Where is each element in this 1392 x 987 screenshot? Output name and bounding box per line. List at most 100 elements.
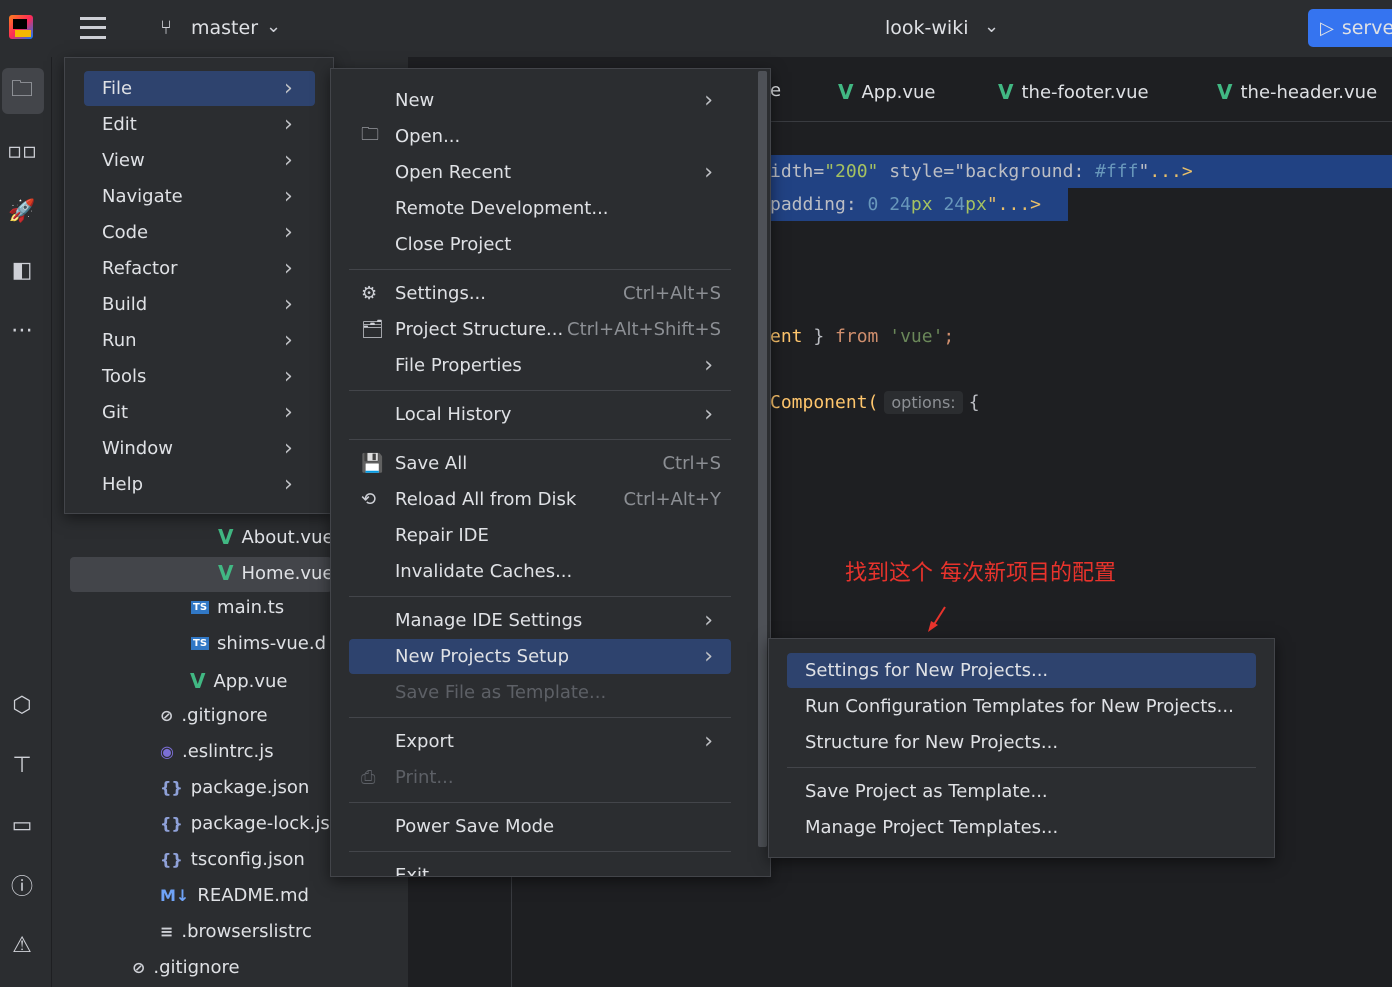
vue-file-icon: V: [190, 669, 206, 693]
gear-icon: ⚙: [361, 283, 378, 304]
menu-item-navigate[interactable]: Navigate ›: [84, 179, 315, 214]
menu-item-new[interactable]: New ›: [349, 83, 731, 118]
chevron-right-icon: ›: [704, 353, 713, 378]
menu-item-run[interactable]: Run ›: [84, 323, 315, 358]
project-selector[interactable]: look-wiki: [885, 17, 969, 39]
tree-item[interactable]: TS shims-vue.d: [191, 633, 326, 654]
tree-item[interactable]: V App.vue: [190, 669, 288, 693]
project-structure-icon: 🗂: [361, 319, 384, 340]
problems-icon[interactable]: ⓘ: [8, 871, 36, 900]
menu-separator: [787, 767, 1256, 768]
build-icon[interactable]: ⊤: [8, 751, 36, 779]
menu-item-structure-for-new-projects[interactable]: Structure for New Projects...: [787, 725, 1256, 760]
menu-item-window[interactable]: Window ›: [84, 431, 315, 466]
tree-item[interactable]: ◉ .eslintrc.js: [160, 741, 274, 762]
menu-separator: [349, 851, 731, 852]
menu-item-save-all[interactable]: 💾 Save All Ctrl+S: [349, 446, 731, 481]
menu-item-export[interactable]: Export ›: [349, 724, 731, 759]
menu-item-repair-ide[interactable]: Repair IDE: [349, 518, 731, 553]
code-token: 24: [943, 194, 966, 215]
services-icon[interactable]: ⬡: [8, 691, 36, 719]
tree-item[interactable]: V Home.vue: [218, 561, 332, 585]
menu-item-reload-all-from-disk[interactable]: ⟲ Reload All from Disk Ctrl+Alt+Y: [349, 482, 731, 517]
menu-item-run-configuration-templates-for-new-projects[interactable]: Run Configuration Templates for New Proj…: [787, 689, 1256, 724]
menu-item-manage-project-templates[interactable]: Manage Project Templates...: [787, 810, 1256, 845]
tree-item[interactable]: {} tsconfig.json: [160, 849, 305, 870]
chevron-right-icon: ›: [284, 292, 293, 317]
menu-item-label: Help: [102, 474, 144, 495]
warning-icon[interactable]: ⚠: [8, 931, 36, 959]
menu-item-exit[interactable]: Exit: [349, 858, 731, 876]
chevron-right-icon: ›: [284, 184, 293, 209]
menu-item-settings-for-new-projects[interactable]: Settings for New Projects...: [787, 653, 1256, 688]
menu-item-project-structure[interactable]: 🗂 Project Structure... Ctrl+Alt+Shift+S: [349, 312, 731, 347]
menu-item-label: Power Save Mode: [395, 816, 555, 837]
tree-item[interactable]: {} package.json: [160, 777, 309, 798]
menu-item-label: File Properties: [395, 355, 522, 376]
ignore-file-icon: ⊘: [132, 958, 146, 977]
annotation-arrow: [928, 606, 946, 632]
tree-item[interactable]: ⊘ .gitignore: [160, 705, 268, 726]
editor-tab[interactable]: Vthe-header.vue: [1217, 80, 1377, 104]
editor-tab[interactable]: Vthe-footer.vue: [998, 80, 1149, 104]
code-token: px: [910, 194, 944, 215]
menu-item-refactor[interactable]: Refactor ›: [84, 251, 315, 286]
menu-item-build[interactable]: Build ›: [84, 287, 315, 322]
tree-item[interactable]: TS main.ts: [191, 597, 284, 618]
menu-item-save-project-as-template[interactable]: Save Project as Template...: [787, 774, 1256, 809]
json-file-icon: {}: [160, 850, 183, 869]
layout-icon[interactable]: ◧: [8, 256, 36, 284]
chevron-right-icon: ›: [284, 436, 293, 461]
menu-item-remote-development[interactable]: Remote Development...: [349, 191, 731, 226]
menu-item-manage-ide-settings[interactable]: Manage IDE Settings ›: [349, 603, 731, 638]
tree-item[interactable]: V About.vue: [218, 525, 332, 549]
menu-item-local-history[interactable]: Local History ›: [349, 397, 731, 432]
tree-item[interactable]: {} package-lock.js: [160, 813, 330, 834]
menu-item-settings[interactable]: ⚙ Settings... Ctrl+Alt+S: [349, 276, 731, 311]
tree-item[interactable]: M↓ README.md: [160, 885, 309, 906]
menu-item-file[interactable]: File ›: [84, 71, 315, 106]
menu-item-power-save-mode[interactable]: Power Save Mode: [349, 809, 731, 844]
jrebel-icon[interactable]: 🚀: [8, 197, 36, 225]
menu-item-close-project[interactable]: Close Project: [349, 227, 731, 262]
menu-item-label: File: [102, 78, 133, 99]
menu-item-label: Close Project: [395, 234, 512, 255]
editor-tab[interactable]: V App.vue: [838, 80, 936, 104]
menu-item-code[interactable]: Code ›: [84, 215, 315, 250]
file-name: App.vue: [213, 670, 288, 692]
menu-item-label: Edit: [102, 114, 137, 135]
menu-item-invalidate-caches[interactable]: Invalidate Caches...: [349, 554, 731, 589]
main-menu-button[interactable]: [80, 17, 106, 39]
branch-selector[interactable]: master: [191, 17, 258, 39]
menu-item-tools[interactable]: Tools ›: [84, 359, 315, 394]
menu-item-file-properties[interactable]: File Properties ›: [349, 348, 731, 383]
menu-item-edit[interactable]: Edit ›: [84, 107, 315, 142]
menu-scrollbar[interactable]: [758, 71, 767, 847]
play-icon: ▷: [1320, 17, 1334, 39]
structure-icon[interactable]: ▫▫: [7, 137, 37, 165]
tree-item[interactable]: ⊘ .gitignore: [132, 957, 240, 978]
shortcut-label: Ctrl+Alt+S: [623, 283, 721, 304]
menu-item-help[interactable]: Help ›: [84, 467, 315, 502]
more-icon[interactable]: ⋯: [8, 316, 36, 344]
shortcut-label: Ctrl+S: [662, 453, 721, 474]
menu-item-open[interactable]: 🗀 Open...: [349, 119, 731, 154]
terminal-icon[interactable]: ▭: [8, 811, 36, 839]
menu-item-new-projects-setup[interactable]: New Projects Setup ›: [349, 639, 731, 674]
chevron-down-icon[interactable]: ⌄: [266, 16, 281, 37]
code-token: padding:: [770, 194, 868, 215]
chevron-down-icon[interactable]: ⌄: [984, 16, 999, 37]
menu-item-label: Window: [102, 438, 173, 459]
menu-item-label: New: [395, 90, 435, 111]
shortcut-label: Ctrl+Alt+Y: [623, 489, 721, 510]
menu-item-view[interactable]: View ›: [84, 143, 315, 178]
menu-separator: [349, 717, 731, 718]
run-button[interactable]: ▷ serve: [1308, 9, 1392, 47]
tree-item[interactable]: ≡ .browserslistrc: [160, 921, 312, 942]
menu-item-open-recent[interactable]: Open Recent ›: [349, 155, 731, 190]
text-file-icon: ≡: [160, 922, 174, 941]
editor-tab[interactable]: e: [770, 80, 781, 101]
menu-item-label: Git: [102, 402, 129, 423]
folder-icon[interactable]: 🗀: [8, 77, 36, 105]
menu-item-git[interactable]: Git ›: [84, 395, 315, 430]
